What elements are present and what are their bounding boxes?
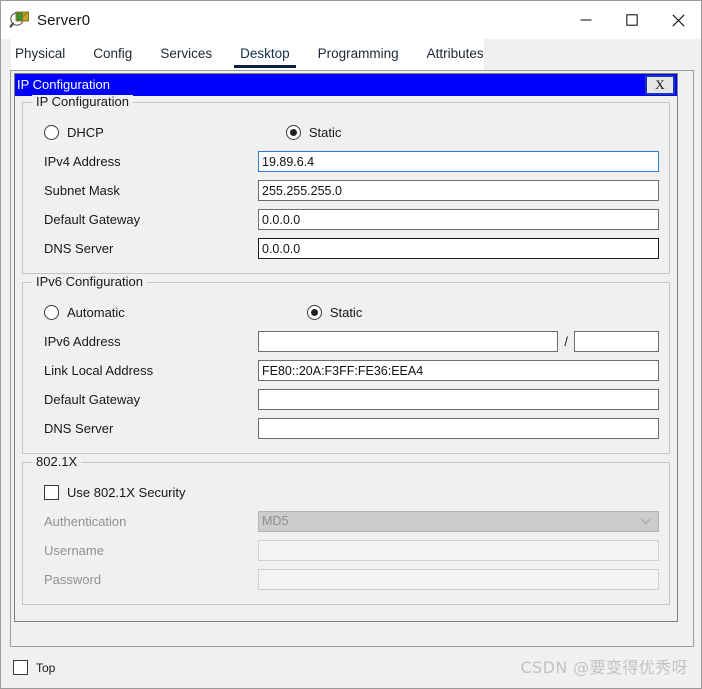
ipv6-dns-server-input[interactable] [258, 418, 659, 439]
radio-checked-icon[interactable] [307, 305, 322, 320]
dot1x-authentication-value: MD5 [262, 512, 288, 531]
tab-content-desktop: IP Configuration X IP Configuration DHCP [1, 70, 701, 688]
ipv4-subnet-mask-input[interactable] [258, 180, 659, 201]
ipv6-address-input[interactable] [258, 331, 558, 352]
ipv6-dns-server-label: DNS Server [33, 421, 258, 436]
tab-config[interactable]: Config [79, 39, 146, 70]
ipv6-dns-server-row: DNS Server [33, 414, 659, 443]
ipv6-default-gateway-input[interactable] [258, 389, 659, 410]
tab-programming[interactable]: Programming [304, 39, 413, 70]
dot1x-username-input[interactable] [258, 540, 659, 561]
checkbox-unchecked-icon[interactable] [44, 485, 59, 500]
ipv6-configuration-group: IPv6 Configuration Automatic Static [22, 282, 670, 454]
ipv4-dns-server-row: DNS Server [33, 234, 659, 263]
ip-configuration-dialog: IP Configuration X IP Configuration DHCP [14, 73, 678, 622]
minimize-icon[interactable] [563, 1, 609, 39]
ipv4-default-gateway-input[interactable] [258, 209, 659, 230]
dot1x-group-legend: 802.1X [32, 455, 81, 469]
csdn-watermark: CSDN @要变得优秀呀 [520, 654, 688, 678]
ipv6-group-legend: IPv6 Configuration [32, 275, 147, 289]
tab-services[interactable]: Services [146, 39, 226, 70]
ipv4-dns-server-label: DNS Server [33, 241, 258, 256]
tab-desktop[interactable]: Desktop [226, 39, 304, 70]
ip-configuration-titlebar: IP Configuration X [15, 74, 677, 96]
ipv4-static-label: Static [309, 125, 342, 140]
ipv4-default-gateway-row: Default Gateway [33, 205, 659, 234]
dot1x-group: 802.1X Use 802.1X Security Authenticatio… [22, 462, 670, 605]
ipv4-dns-server-input[interactable] [258, 238, 659, 259]
ipv6-automatic-label: Automatic [67, 305, 125, 320]
ipv4-mode-row: DHCP Static [33, 117, 659, 147]
ipv4-dhcp-label: DHCP [67, 125, 104, 140]
ipv6-link-local-label: Link Local Address [33, 363, 258, 378]
application-window: Server0 Physical Config Services Desktop… [0, 0, 702, 689]
dot1x-username-row: Username [33, 536, 659, 565]
ipv4-address-input[interactable] [258, 151, 659, 172]
ipv4-static-option[interactable]: Static [286, 125, 342, 140]
ipv6-prefix-length-input[interactable] [574, 331, 659, 352]
top-checkbox-row[interactable]: Top [10, 653, 55, 683]
ipv6-static-label: Static [330, 305, 363, 320]
maximize-icon[interactable] [609, 1, 655, 39]
window-footer: Top CSDN @要变得优秀呀 [10, 651, 692, 684]
desktop-panel: IP Configuration X IP Configuration DHCP [10, 70, 694, 647]
radio-unchecked-icon[interactable] [44, 305, 59, 320]
dot1x-username-label: Username [33, 543, 258, 558]
tab-bar: Physical Config Services Desktop Program… [1, 39, 701, 70]
radio-unchecked-icon[interactable] [44, 125, 59, 140]
dot1x-password-input[interactable] [258, 569, 659, 590]
server-magnifier-icon [9, 9, 31, 31]
dot1x-authentication-label: Authentication [33, 514, 258, 529]
ipv6-address-row: IPv6 Address / [33, 327, 659, 356]
close-icon[interactable] [655, 1, 701, 39]
ipv6-address-field-pair: / [258, 331, 659, 352]
ip-configuration-close-button[interactable]: X [645, 75, 675, 95]
ipv4-subnet-mask-label: Subnet Mask [33, 183, 258, 198]
ipv4-dhcp-option[interactable]: DHCP [44, 125, 104, 140]
ipv6-default-gateway-label: Default Gateway [33, 392, 258, 407]
ipv4-configuration-group: IP Configuration DHCP Static [22, 102, 670, 274]
ipv6-link-local-input[interactable] [258, 360, 659, 381]
ipv6-prefix-separator: / [564, 334, 568, 349]
window-title: Server0 [37, 12, 90, 29]
chevron-down-icon [640, 512, 651, 531]
tab-physical[interactable]: Physical [1, 39, 79, 70]
dot1x-enable-label: Use 802.1X Security [67, 485, 186, 500]
dot1x-password-row: Password [33, 565, 659, 594]
radio-checked-icon[interactable] [286, 125, 301, 140]
top-checkbox-label: Top [36, 661, 55, 675]
ipv6-address-label: IPv6 Address [33, 334, 258, 349]
ipv6-mode-row: Automatic Static [33, 297, 659, 327]
dot1x-authentication-select[interactable]: MD5 [258, 511, 659, 532]
dot1x-password-label: Password [33, 572, 258, 587]
window-titlebar: Server0 [1, 1, 701, 39]
ipv6-link-local-row: Link Local Address [33, 356, 659, 385]
dot1x-enable-row[interactable]: Use 802.1X Security [33, 477, 659, 507]
tab-attributes[interactable]: Attributes [413, 39, 498, 70]
ip-configuration-content: IP Configuration DHCP Static [15, 96, 677, 621]
ip-configuration-title: IP Configuration [17, 74, 110, 96]
window-controls [563, 1, 701, 39]
ipv6-automatic-option[interactable]: Automatic [44, 305, 125, 320]
ipv6-static-option[interactable]: Static [307, 305, 363, 320]
ipv4-subnet-mask-row: Subnet Mask [33, 176, 659, 205]
dot1x-authentication-row: Authentication MD5 [33, 507, 659, 536]
ipv6-default-gateway-row: Default Gateway [33, 385, 659, 414]
ipv4-address-row: IPv4 Address [33, 147, 659, 176]
checkbox-unchecked-icon[interactable] [13, 660, 28, 675]
ipv4-address-label: IPv4 Address [33, 154, 258, 169]
ipv4-group-legend: IP Configuration [32, 95, 133, 109]
ipv4-default-gateway-label: Default Gateway [33, 212, 258, 227]
